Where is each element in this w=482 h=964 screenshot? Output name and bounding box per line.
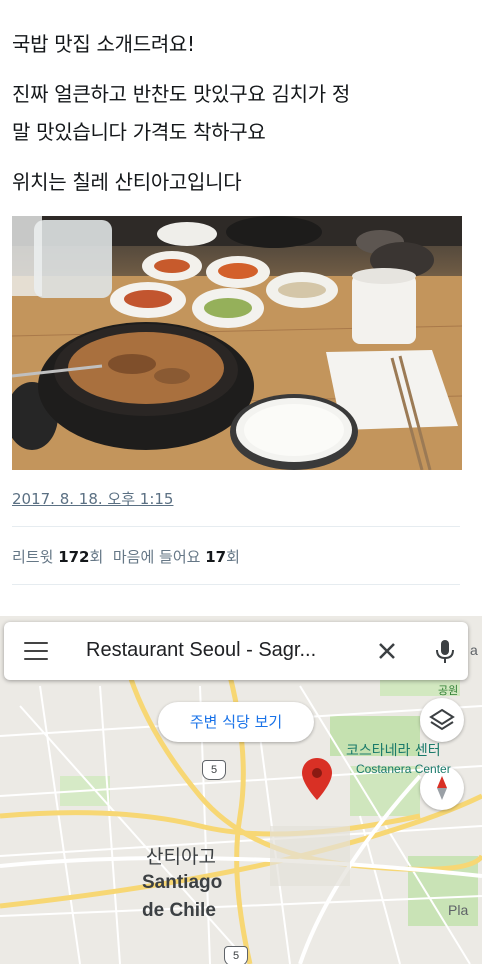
map-label-costanera-ko[interactable]: 코스타네라 센터 xyxy=(346,740,441,760)
tweet-text-line-4: 위치는 칠레 산티아고입니다 xyxy=(12,170,242,194)
tweet-text-line-1: 국밥 맛집 소개드려요! xyxy=(12,32,195,56)
retweet-unit: 회 xyxy=(89,548,104,566)
tweet-text-line-2: 진짜 얼큰하고 반찬도 맛있구요 김치가 정 xyxy=(12,82,350,106)
like-label: 마음에 들어요 xyxy=(112,548,201,566)
like-count[interactable]: 17 xyxy=(205,548,226,566)
map-label-city-en-1: Santiago xyxy=(142,872,223,893)
layers-icon[interactable] xyxy=(420,698,464,742)
tweet-stats: 리트윗 172회 마음에 들어요 17회 xyxy=(12,546,240,567)
route-shield: 5 xyxy=(202,760,226,780)
retweet-count[interactable]: 172 xyxy=(58,548,89,566)
nearby-restaurants-button[interactable]: 주변 식당 보기 xyxy=(158,702,314,742)
map-label-pla: Pla xyxy=(448,902,469,918)
map-label-city-ko: 산티아고 xyxy=(146,846,216,868)
like-unit: 회 xyxy=(226,548,240,566)
mic-icon[interactable] xyxy=(430,636,460,666)
divider xyxy=(12,584,460,585)
tweet-timestamp-link[interactable]: 2017. 8. 18. 오후 1:15 xyxy=(12,488,173,509)
tweet-photo[interactable] xyxy=(12,216,462,470)
map-view[interactable]: Restaurant Seoul - Sagr... a 주변 식당 보기 공원… xyxy=(0,616,482,964)
location-pin-icon[interactable] xyxy=(300,756,334,802)
route-shield: 5 xyxy=(224,946,248,964)
menu-icon[interactable] xyxy=(24,642,48,660)
map-label-city-en-2: de Chile xyxy=(142,900,216,921)
retweet-label: 리트윗 xyxy=(12,548,54,566)
search-query-text[interactable]: Restaurant Seoul - Sagr... xyxy=(86,639,316,662)
food-photo-illustration xyxy=(12,216,462,470)
tweet-text-line-3: 말 맛있습니다 가격도 착하구요 xyxy=(12,120,266,144)
map-label-edge: a xyxy=(470,642,478,658)
close-icon[interactable] xyxy=(372,636,402,666)
divider xyxy=(12,526,460,527)
map-label-costanera-en[interactable]: Costanera Center xyxy=(356,762,451,776)
map-search-bar[interactable]: Restaurant Seoul - Sagr... xyxy=(4,622,468,680)
map-label-park: 공원 xyxy=(438,684,459,697)
